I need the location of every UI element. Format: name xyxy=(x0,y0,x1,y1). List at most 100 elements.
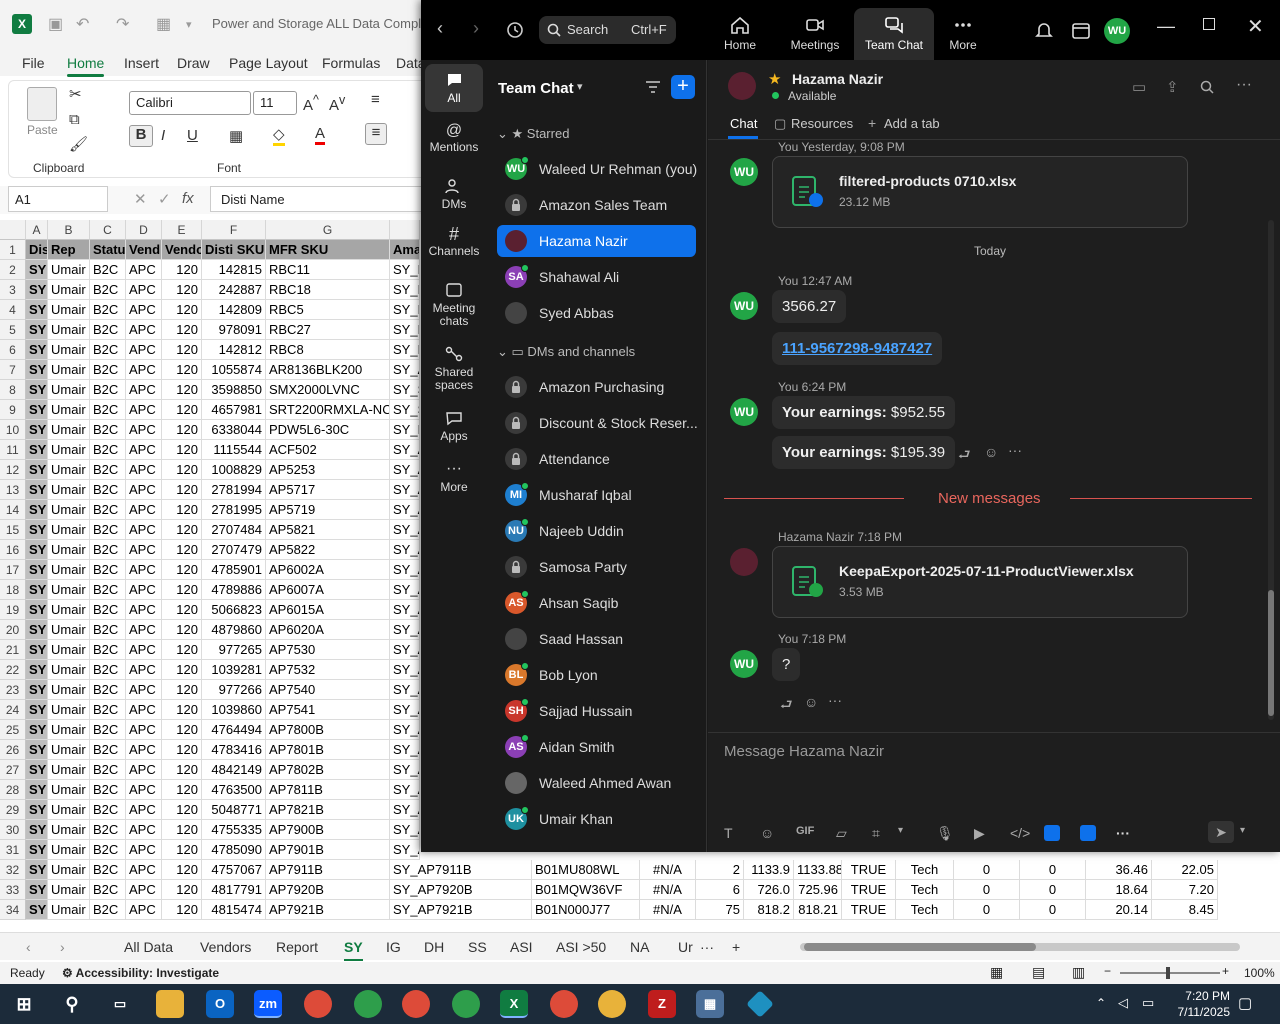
font-name-select[interactable]: Calibri xyxy=(129,91,251,115)
order-link[interactable]: 111-9567298-9487427 xyxy=(772,332,943,365)
row-number[interactable]: 16 xyxy=(0,540,26,560)
table-cell[interactable]: 1008829 xyxy=(202,460,266,480)
more-sheets-icon[interactable]: ··· xyxy=(700,939,714,955)
table-cell[interactable]: APC xyxy=(126,500,162,520)
header-cell[interactable]: Dis xyxy=(26,240,48,260)
sheet-tab[interactable]: SS xyxy=(468,939,487,955)
table-cell[interactable]: 6 xyxy=(696,880,744,900)
video-off-icon[interactable]: ▭ xyxy=(1132,78,1146,96)
table-cell[interactable]: AP7920B xyxy=(266,880,390,900)
row-number[interactable]: 4 xyxy=(0,300,26,320)
table-cell[interactable]: APC xyxy=(126,700,162,720)
table-cell[interactable]: AP7811B xyxy=(266,780,390,800)
team-chat-title[interactable]: Team Chat xyxy=(498,80,574,97)
table-cell[interactable]: Umair xyxy=(48,800,90,820)
chat-list-item[interactable]: Amazon Purchasing xyxy=(497,371,696,403)
table-cell[interactable]: Umair xyxy=(48,860,90,880)
history-icon[interactable] xyxy=(505,20,525,40)
chat-list-item[interactable]: Discount & Stock Reser... xyxy=(497,407,698,439)
table-cell[interactable]: SY xyxy=(26,560,48,580)
menu-draw[interactable]: Draw xyxy=(177,55,210,71)
table-cell[interactable]: Umair xyxy=(48,880,90,900)
table-cell[interactable]: B01N000J77 xyxy=(532,900,640,920)
table-cell[interactable]: 2 xyxy=(696,860,744,880)
row-number[interactable]: 10 xyxy=(0,420,26,440)
table-cell[interactable]: 120 xyxy=(162,300,202,320)
undo-icon[interactable]: ↶ xyxy=(76,14,89,34)
paste-icon[interactable] xyxy=(27,87,57,121)
table-cell[interactable]: Umair xyxy=(48,440,90,460)
table-cell[interactable]: 120 xyxy=(162,800,202,820)
table-cell[interactable]: Umair xyxy=(48,600,90,620)
table-cell[interactable]: SY_A xyxy=(390,480,420,500)
table-cell[interactable]: 120 xyxy=(162,780,202,800)
confirm-icon[interactable]: ✓ xyxy=(158,190,171,208)
table-cell[interactable]: 4757067 xyxy=(202,860,266,880)
table-cell[interactable]: Umair xyxy=(48,520,90,540)
save-icon[interactable]: ▣ xyxy=(48,14,63,34)
table-cell[interactable]: SY xyxy=(26,840,48,860)
table-cell[interactable]: 2781994 xyxy=(202,480,266,500)
table-cell[interactable]: APC xyxy=(126,460,162,480)
table-cell[interactable]: 978091 xyxy=(202,320,266,340)
table-cell[interactable]: 120 xyxy=(162,540,202,560)
cancel-icon[interactable]: ✕ xyxy=(134,190,147,208)
excel-app-icon[interactable]: X xyxy=(500,990,528,1018)
zoom-app-icon[interactable]: zm xyxy=(254,990,282,1018)
maximize-icon[interactable] xyxy=(1203,18,1215,30)
new-chat-button[interactable]: + xyxy=(671,75,695,99)
table-cell[interactable]: APC xyxy=(126,320,162,340)
star-icon[interactable]: ★ xyxy=(768,70,781,88)
table-cell[interactable]: SY xyxy=(26,360,48,380)
table-cell[interactable]: SY_A xyxy=(390,440,420,460)
table-cell[interactable]: B2C xyxy=(90,680,126,700)
zoom-level[interactable]: 100% xyxy=(1244,966,1275,980)
table-cell[interactable]: SY xyxy=(26,460,48,480)
table-cell[interactable]: B2C xyxy=(90,880,126,900)
table-cell[interactable]: APC xyxy=(126,600,162,620)
table-cell[interactable]: AP5822 xyxy=(266,540,390,560)
row-number[interactable]: 7 xyxy=(0,360,26,380)
outlook-icon[interactable]: O xyxy=(206,990,234,1018)
table-cell[interactable]: 2707484 xyxy=(202,520,266,540)
screenshot-chevron-icon[interactable]: ▾ xyxy=(898,825,903,836)
chevron-down-icon[interactable]: ▾ xyxy=(577,80,583,93)
table-cell[interactable]: B2C xyxy=(90,660,126,680)
table-cell[interactable]: SY xyxy=(26,800,48,820)
forward-icon[interactable]: › xyxy=(473,18,479,39)
table-cell[interactable]: Umair xyxy=(48,340,90,360)
contact-name[interactable]: Hazama Nazir xyxy=(792,71,883,87)
normal-view-icon[interactable]: ▦ xyxy=(990,964,1003,981)
emoji-react-icon[interactable]: ☺ xyxy=(804,694,818,710)
network-icon[interactable]: ▭ xyxy=(1142,995,1154,1011)
header-cell[interactable]: MFR SKU xyxy=(266,240,390,260)
table-cell[interactable]: B2C xyxy=(90,580,126,600)
tab-chat[interactable]: Chat xyxy=(730,116,757,131)
table-cell[interactable]: B2C xyxy=(90,340,126,360)
table-cell[interactable]: SY_A xyxy=(390,620,420,640)
message-list[interactable]: You Yesterday, 9:08 PM WU filtered-produ… xyxy=(708,140,1280,732)
row-number[interactable]: 20 xyxy=(0,620,26,640)
table-cell[interactable]: 120 xyxy=(162,840,202,860)
table-cell[interactable]: 2707479 xyxy=(202,540,266,560)
screenshot-icon[interactable]: ⌗ xyxy=(872,825,880,842)
table-cell[interactable]: 120 xyxy=(162,320,202,340)
row-number[interactable]: 1 xyxy=(0,240,26,260)
tab-next-icon[interactable]: › xyxy=(60,939,65,955)
table-cell[interactable]: 1115544 xyxy=(202,440,266,460)
back-icon[interactable]: ‹ xyxy=(437,18,443,39)
sheet-tab[interactable]: All Data xyxy=(124,939,173,955)
chrome-icon[interactable] xyxy=(550,990,578,1018)
name-box[interactable]: A1 xyxy=(8,186,108,212)
sheet-tab[interactable]: IG xyxy=(386,939,401,955)
table-cell[interactable]: Umair xyxy=(48,400,90,420)
row-number[interactable]: 32 xyxy=(0,860,26,880)
zoom-in-icon[interactable]: + xyxy=(1222,964,1229,978)
table-cell[interactable]: 3598850 xyxy=(202,380,266,400)
align-top-icon[interactable]: ≡ xyxy=(371,91,380,108)
row-number[interactable]: 5 xyxy=(0,320,26,340)
header-cell[interactable]: Rep xyxy=(48,240,90,260)
table-cell[interactable]: APC xyxy=(126,300,162,320)
table-cell[interactable]: SY xyxy=(26,780,48,800)
table-cell[interactable]: SY xyxy=(26,500,48,520)
